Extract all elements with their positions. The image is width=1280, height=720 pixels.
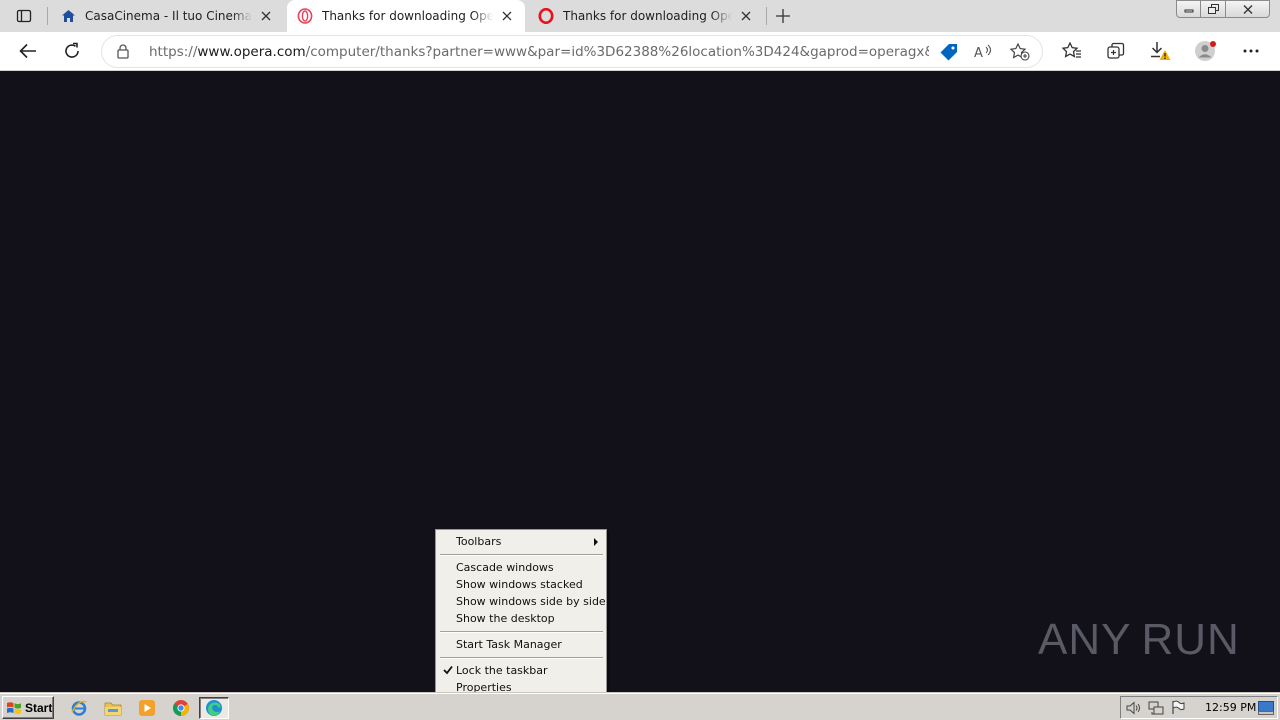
menu-item-lock-taskbar[interactable]: Lock the taskbar <box>438 662 604 679</box>
plus-icon <box>776 9 790 23</box>
menu-separator <box>440 554 603 555</box>
minimize-icon <box>1184 9 1193 13</box>
media-player-icon <box>139 700 155 716</box>
tab-opera-active[interactable]: Thanks for downloading Opera <box>287 0 525 32</box>
menu-item-label: Show windows stacked <box>456 578 583 591</box>
media-player-launcher[interactable] <box>136 697 158 719</box>
profile-button[interactable] <box>1190 36 1222 66</box>
back-icon <box>19 43 36 59</box>
favorites-button[interactable] <box>1056 36 1088 66</box>
url-path: /computer/thanks?partner=www&par=id%3D62… <box>305 44 929 60</box>
back-button[interactable] <box>12 36 44 66</box>
tab-strip: CasaCinema - Il tuo Cinema Streaming Tha… <box>0 0 1280 32</box>
menu-item-label: Toolbars <box>456 535 502 548</box>
checkmark-icon <box>443 665 453 675</box>
menu-item-label: Show windows side by side <box>456 595 606 608</box>
tag-icon[interactable] <box>938 41 960 63</box>
close-icon <box>502 11 512 21</box>
tab-title: Thanks for downloading Opera <box>322 9 493 23</box>
system-tray: 12:59 PM <box>1120 696 1278 719</box>
svg-text:A: A <box>974 46 983 60</box>
action-center-flag-icon[interactable] <box>1169 699 1187 717</box>
file-explorer-icon <box>104 702 122 716</box>
taskbar-context-menu: Toolbars Cascade windows Show windows st… <box>435 529 607 697</box>
refresh-button[interactable] <box>56 36 88 66</box>
edge-icon <box>206 700 222 716</box>
menu-item-start-task-manager[interactable]: Start Task Manager <box>438 636 604 653</box>
internet-explorer-icon <box>71 700 87 716</box>
downloads-warning-icon <box>1151 42 1171 60</box>
address-bar[interactable]: https://www.opera.com/computer/thanks?pa… <box>101 35 1043 68</box>
tab-close-button[interactable] <box>497 6 517 26</box>
window-controls <box>1176 0 1270 18</box>
refresh-icon <box>65 42 79 58</box>
menu-separator <box>440 631 603 632</box>
taskbar: Start 12:59 PM <box>0 693 1280 720</box>
menu-item-show-desktop[interactable]: Show the desktop <box>438 610 604 627</box>
downloads-button[interactable] <box>1144 36 1176 66</box>
menu-item-label: Show the desktop <box>456 612 555 625</box>
opera-outline-icon <box>297 8 313 24</box>
tab-title: Thanks for downloading Opera <box>563 9 732 23</box>
submenu-arrow-icon <box>594 538 598 546</box>
tab-close-button[interactable] <box>736 6 756 26</box>
menu-item-cascade-windows[interactable]: Cascade windows <box>438 559 604 576</box>
profile-icon <box>1195 41 1216 61</box>
file-explorer-launcher[interactable] <box>102 697 124 719</box>
collections-button[interactable] <box>1100 36 1132 66</box>
restore-button[interactable] <box>1201 0 1226 18</box>
menu-item-show-windows-stacked[interactable]: Show windows stacked <box>438 576 604 593</box>
more-button[interactable] <box>1235 36 1267 66</box>
tab-casacinema[interactable]: CasaCinema - Il tuo Cinema Streaming <box>50 0 284 32</box>
browser-toolbar: https://www.opera.com/computer/thanks?pa… <box>0 32 1280 71</box>
show-desktop-button[interactable] <box>1257 699 1275 716</box>
lock-icon[interactable] <box>115 43 131 60</box>
tab-separator <box>766 7 767 25</box>
minimize-button[interactable] <box>1176 0 1201 18</box>
tab-actions-button[interactable] <box>8 4 40 28</box>
anyrun-watermark: ANY RUN <box>1038 608 1239 672</box>
menu-item-label: Start Task Manager <box>456 638 562 651</box>
windows-flag-icon <box>7 701 21 714</box>
close-icon <box>741 11 751 21</box>
add-favorite-icon[interactable] <box>1009 41 1031 63</box>
read-aloud-icon[interactable]: A <box>973 41 995 63</box>
tab-close-button[interactable] <box>256 6 276 26</box>
start-label: Start <box>25 700 53 715</box>
close-icon <box>261 11 271 21</box>
tab-opera[interactable]: Thanks for downloading Opera <box>528 0 764 32</box>
close-icon <box>1243 4 1252 14</box>
tab-actions-icon <box>16 9 32 23</box>
edge-taskbar-button[interactable] <box>199 697 229 719</box>
watermark-text-right: RUN <box>1141 615 1240 664</box>
volume-icon[interactable] <box>1125 699 1143 717</box>
network-icon[interactable] <box>1147 699 1165 717</box>
page-content <box>0 71 1280 693</box>
tab-separator <box>47 7 48 25</box>
menu-item-toolbars[interactable]: Toolbars <box>438 533 604 550</box>
close-window-button[interactable] <box>1226 0 1270 18</box>
url-host: www.opera.com <box>197 44 306 60</box>
new-tab-button[interactable] <box>770 4 796 28</box>
internet-explorer-launcher[interactable] <box>68 697 90 719</box>
tab-title: CasaCinema - Il tuo Cinema Streaming <box>85 9 252 23</box>
home-icon <box>60 8 76 24</box>
url-text: https://www.opera.com/computer/thanks?pa… <box>149 43 929 61</box>
url-scheme: https:// <box>149 44 198 60</box>
favorites-icon <box>1062 42 1081 58</box>
clock[interactable]: 12:59 PM <box>1205 701 1256 714</box>
desktop-icon <box>1258 700 1274 715</box>
restore-icon <box>1207 4 1219 14</box>
more-icon <box>1243 49 1259 53</box>
chrome-icon <box>173 700 189 716</box>
menu-item-show-windows-side-by-side[interactable]: Show windows side by side <box>438 593 606 610</box>
menu-item-label: Cascade windows <box>456 561 554 574</box>
menu-separator <box>440 657 603 658</box>
opera-red-icon <box>538 8 554 24</box>
collections-icon <box>1107 42 1125 59</box>
menu-item-label: Lock the taskbar <box>456 664 548 677</box>
watermark-text-left: ANY <box>1038 615 1132 664</box>
chrome-launcher[interactable] <box>170 697 192 719</box>
start-button[interactable]: Start <box>2 696 54 719</box>
